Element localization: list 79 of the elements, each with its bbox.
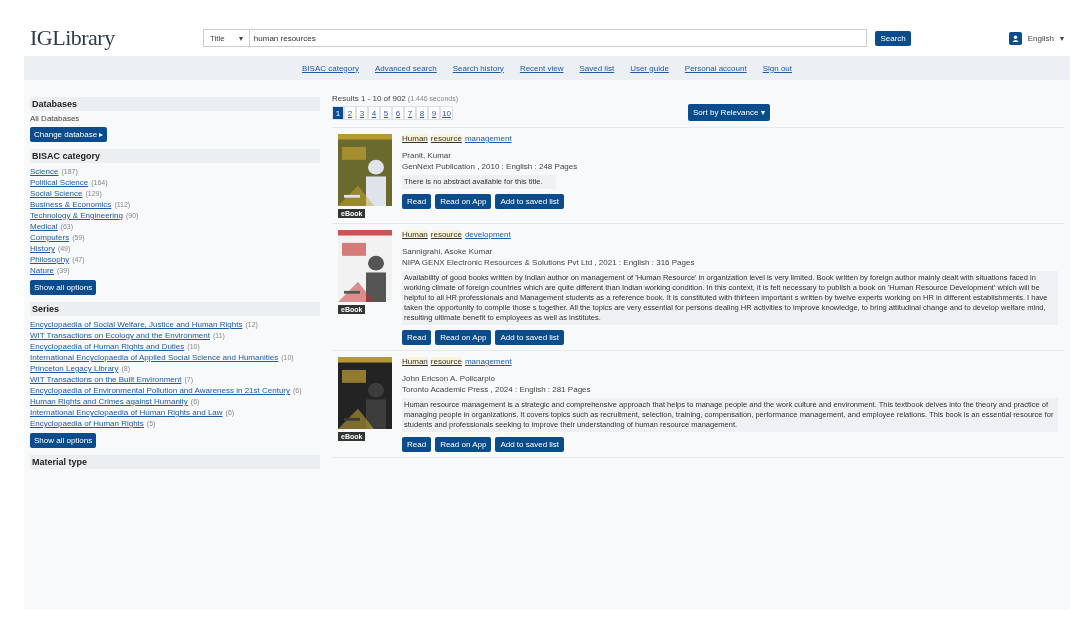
action-button[interactable]: Add to saved list (495, 437, 565, 452)
publication-info: NIPA GENX Electronic Resources & Solutions Pvt Ltd , 2021 : English : 316 Pages (402, 257, 696, 268)
nav-link[interactable]: Search history (452, 63, 504, 73)
facet-link[interactable]: Computers (30, 233, 70, 242)
nav-link[interactable]: BISAC category (302, 63, 359, 73)
show-all-button[interactable]: Show all options (30, 433, 97, 448)
title-link[interactable]: management (464, 357, 512, 366)
facet-link[interactable]: WIT Transactions on Ecology and the Environment (30, 331, 210, 340)
section-heading: Databases (30, 97, 320, 111)
page-link[interactable]: 1 (332, 106, 344, 120)
facet-link[interactable]: Philosophy (30, 255, 70, 264)
publication-info: Toronto Academic Press , 2024 : English : 281 Pages (402, 384, 592, 395)
facet-link[interactable]: Business & Economics (30, 200, 112, 209)
title-link[interactable]: management (464, 134, 512, 143)
page-link[interactable]: 10 (440, 106, 453, 120)
page-link[interactable]: 3 (356, 106, 368, 120)
nav-link[interactable]: Personal account (684, 63, 747, 73)
author-name: Pranit, Kumar (402, 150, 452, 161)
search-type-select[interactable]: Title ▾ (203, 29, 250, 47)
title-link[interactable]: resource (430, 134, 462, 143)
nav-link[interactable]: Saved list (579, 63, 615, 73)
title-link[interactable]: Human (402, 134, 428, 143)
facet-link[interactable]: WIT Transactions on the Built Environment (30, 375, 182, 384)
page-link[interactable]: 8 (416, 106, 428, 120)
title-link[interactable]: Human (402, 230, 428, 239)
facet-link[interactable]: Princeton Legacy Library (30, 364, 119, 373)
action-button[interactable]: Read (402, 437, 432, 452)
page-link[interactable]: 2 (344, 106, 356, 120)
language-select[interactable]: English (1027, 33, 1054, 43)
user-icon[interactable] (1008, 31, 1022, 45)
facet-link[interactable]: History (30, 244, 55, 253)
publication-info: GenNext Publication , 2010 : English : 248 Pages (402, 161, 579, 172)
action-button[interactable]: Read on App (435, 330, 492, 345)
author-name: Sannigrahi, Asoke Kumar (402, 246, 494, 257)
results-summary: Results 1 - 10 of 902 (332, 94, 406, 103)
search-field[interactable]: human resources (249, 29, 868, 47)
facet-link[interactable]: Medical (30, 222, 58, 231)
action-button[interactable]: Read (402, 330, 432, 345)
author-name: John Ericson A. Policarpio (402, 373, 496, 384)
page-link[interactable]: 7 (404, 106, 416, 120)
sort-button[interactable]: Sort by Relevance ▾ (688, 104, 770, 121)
page-link[interactable]: 6 (392, 106, 404, 120)
page-link[interactable]: 9 (428, 106, 440, 120)
title-link[interactable]: resource (430, 357, 462, 366)
nav-link[interactable]: Advanced search (374, 63, 437, 73)
title-link[interactable]: resource (430, 230, 462, 239)
facet-link[interactable]: Nature (30, 266, 54, 275)
section-heading: BISAC category (30, 149, 320, 163)
nav-link[interactable]: User guide (630, 63, 669, 73)
facet-link[interactable]: Encyclopaedia of Human Rights (30, 419, 144, 428)
database-label: All Databases (30, 114, 81, 123)
caret-icon[interactable]: ▾ (1060, 33, 1064, 43)
title-link[interactable]: development (464, 230, 511, 239)
change-database-button[interactable]: Change database ▸ (30, 127, 108, 142)
site-logo[interactable]: IGLibrary (30, 25, 195, 51)
show-all-button[interactable]: Show all options (30, 280, 97, 295)
section-heading: Material type (30, 455, 320, 469)
page-link[interactable]: 5 (380, 106, 392, 120)
facet-link[interactable]: Human Rights and Crimes against Humanity (30, 397, 188, 406)
facet-link[interactable]: Social Science (30, 189, 83, 198)
facet-link[interactable]: International Encyclopaedia of Applied Social Science and Humanities (30, 353, 279, 362)
action-button[interactable]: Add to saved list (495, 330, 565, 345)
nav-link[interactable]: Sign out (762, 63, 792, 73)
facet-link[interactable]: Political Science (30, 178, 89, 187)
action-button[interactable]: Read (402, 194, 432, 209)
facet-link[interactable]: Technology & Engineering (30, 211, 123, 220)
action-button[interactable]: Read on App (435, 437, 492, 452)
facet-link[interactable]: International Encyclopaedia of Human Rights and Law (30, 408, 223, 417)
facet-link[interactable]: Encyclopaedia of Human Rights and Duties (30, 342, 185, 351)
facet-link[interactable]: Encyclopaedia of Social Welfare, Justice and Human Rights (30, 320, 243, 329)
page-link[interactable]: 4 (368, 106, 380, 120)
facet-link[interactable]: Science (30, 167, 59, 176)
nav-link[interactable]: Recent view (519, 63, 564, 73)
section-heading: Series (30, 302, 320, 316)
search-button[interactable]: Search (875, 30, 911, 46)
title-link[interactable]: Human (402, 357, 428, 366)
action-button[interactable]: Add to saved list (495, 194, 565, 209)
action-button[interactable]: Read on App (435, 194, 492, 209)
facet-link[interactable]: Encyclopaedia of Environmental Pollution and Awareness in 21st Century (30, 386, 290, 395)
